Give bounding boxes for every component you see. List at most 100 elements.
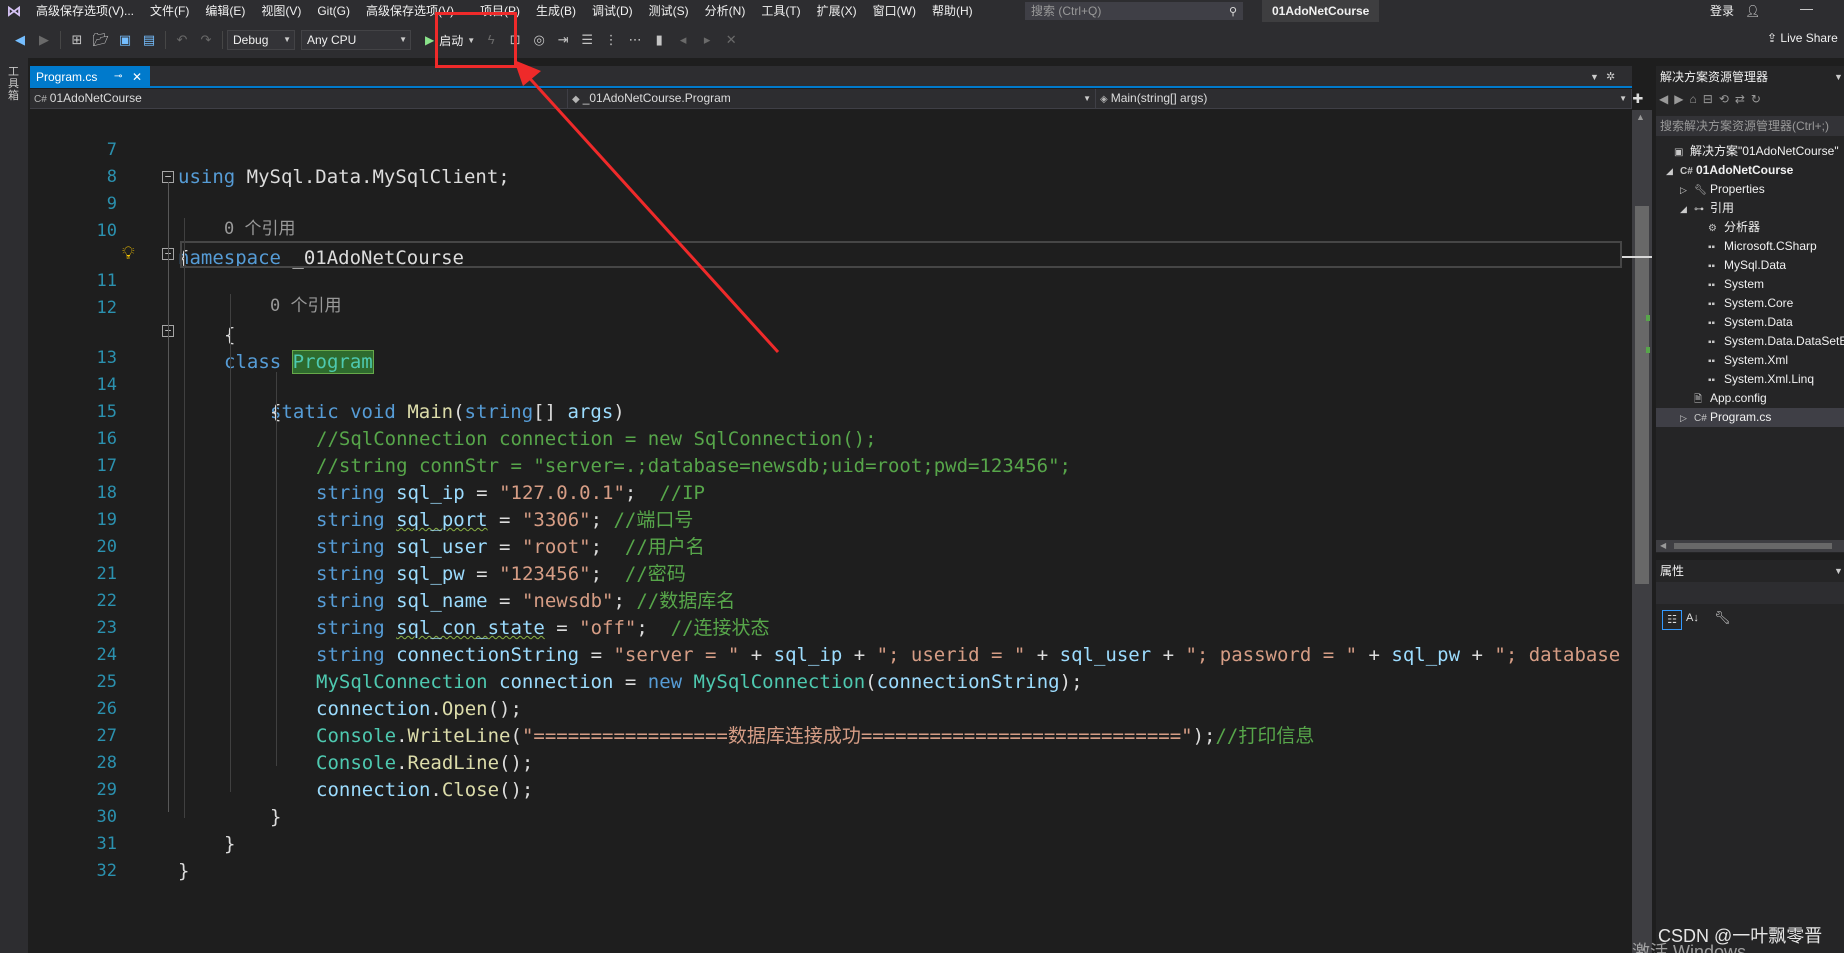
expanded-icon[interactable]: ◢ (1666, 162, 1680, 181)
tree-item-references[interactable]: ◢ ⊶ 引用 (1680, 199, 1734, 218)
menu-advanced-save-1[interactable]: 高级保存选项(V)... (28, 0, 142, 22)
code-editor[interactable]: 7 using MySql.Data.MySqlClient; 8 9 − na… (62, 110, 1632, 953)
chevron-down-icon: ▼ (1083, 94, 1091, 103)
save-all-icon[interactable]: ▤ (139, 30, 159, 50)
menu-analyze[interactable]: 分析(N) (697, 0, 754, 22)
tab-program-cs[interactable]: Program.cs ⊸ ✕ (30, 66, 150, 88)
chevron-down-icon[interactable]: ▼ (1834, 66, 1843, 88)
uncomment-icon[interactable]: ⋯ (625, 30, 645, 50)
pin-icon[interactable]: ⊸ (114, 66, 122, 88)
tree-item-program-cs[interactable]: ▷ C# Program.cs (1680, 408, 1771, 427)
login-link[interactable]: 登录 (1710, 0, 1734, 22)
save-icon[interactable]: ▣ (115, 30, 135, 50)
forward-icon[interactable]: ▶ (1674, 92, 1683, 106)
menu-view[interactable]: 视图(V) (253, 0, 309, 22)
properties-object-selector[interactable] (1656, 582, 1844, 604)
toolbox-strip: 工具箱 (0, 58, 28, 953)
member-dropdown[interactable]: ◈ Main(string[] args) ▼ (1096, 89, 1632, 108)
categorized-icon[interactable]: ☷ (1662, 610, 1682, 630)
tree-item-reference[interactable]: ▪▪System.Data.DataSetExtensions (1708, 332, 1844, 351)
tree-item-reference[interactable]: ▪▪ MySql.Data (1708, 256, 1786, 275)
bookmark-icon[interactable]: ▮ (649, 30, 669, 50)
platform-select[interactable]: Any CPU ▼ (301, 30, 411, 50)
tree-item-reference[interactable]: ▪▪ System.Xml (1708, 351, 1788, 370)
chevron-down-icon[interactable]: ▼ (1834, 560, 1843, 582)
tree-item-reference[interactable]: ▪▪ Microsoft.CSharp (1708, 237, 1817, 256)
next-bookmark-icon[interactable]: ▸ (697, 30, 717, 50)
menu-extensions[interactable]: 扩展(X) (809, 0, 865, 22)
code-content: } (178, 860, 190, 882)
scrollbar-thumb[interactable] (1674, 543, 1832, 549)
sync-icon[interactable]: ⇄ (1735, 92, 1745, 106)
tree-item-reference[interactable]: ▪▪ System.Data (1708, 313, 1793, 332)
tree-item-reference[interactable]: ▪▪ System.Xml.Linq (1708, 370, 1814, 389)
live-share-label: Live Share (1780, 31, 1838, 45)
step-icon[interactable]: ⇥ (553, 30, 573, 50)
pending-changes-icon[interactable]: ⟲ (1719, 92, 1729, 106)
menu-git[interactable]: Git(G) (309, 0, 358, 22)
tab-list-dropdown-icon[interactable]: ▼ (1590, 72, 1599, 82)
menu-file[interactable]: 文件(F) (142, 0, 197, 22)
split-view-icon[interactable]: ✚ (1630, 90, 1646, 108)
new-project-icon[interactable]: ⊞ (67, 30, 87, 50)
solution-config-select[interactable]: Debug ▼ (227, 30, 295, 50)
expanded-icon[interactable]: ◢ (1680, 200, 1694, 219)
screenshot-icon[interactable]: ◎ (529, 30, 549, 50)
wrench-icon[interactable]: 🔧︎ (1714, 610, 1731, 626)
scrollbar-thumb[interactable] (1635, 206, 1649, 584)
lightbulb-icon[interactable]: 💡︎ (122, 243, 140, 265)
back-icon[interactable]: ◀ (1659, 92, 1668, 106)
code-line: 8 (62, 137, 1632, 187)
comment-out-icon[interactable]: ⋮ (601, 30, 621, 50)
project-dropdown[interactable]: C# 01AdoNetCourse (30, 89, 568, 108)
tree-item-reference[interactable]: ▪▪ System (1708, 275, 1764, 294)
toolbar-separator (60, 31, 61, 49)
close-icon[interactable]: ✕ (132, 66, 142, 88)
code-lens[interactable]: 0 个引用 (62, 218, 1632, 240)
chevron-down-icon: ▼ (399, 35, 407, 44)
menu-test[interactable]: 测试(S) (641, 0, 697, 22)
tree-item-analyzers[interactable]: ⚙ 分析器 (1708, 218, 1760, 237)
tree-item-reference[interactable]: ▪▪ System.Core (1708, 294, 1793, 313)
tree-item-project[interactable]: ◢ C# 01AdoNetCourse (1666, 161, 1793, 180)
type-dropdown[interactable]: ◆ _01AdoNetCourse.Program ▼ (568, 89, 1096, 108)
editor-vertical-scrollbar[interactable]: ▲ (1632, 110, 1652, 953)
solution-explorer-search[interactable]: 搜索解决方案资源管理器(Ctrl+;) (1656, 116, 1844, 136)
code-lens[interactable]: 0 个引用 (62, 295, 1632, 317)
minimize-icon[interactable]: — (1800, 0, 1813, 22)
toolbox-tab[interactable]: 工具箱 (8, 66, 22, 102)
collapsed-icon[interactable]: ▷ (1680, 181, 1694, 200)
scroll-up-icon[interactable]: ▲ (1636, 112, 1645, 122)
open-file-icon[interactable]: 📂︎ (91, 30, 111, 50)
menu-debug[interactable]: 调试(D) (584, 0, 641, 22)
refresh-icon[interactable]: ↻ (1751, 92, 1761, 106)
undo-icon[interactable]: ↶ (172, 30, 192, 50)
tree-item-properties[interactable]: ▷ 🔧︎ Properties (1680, 180, 1765, 199)
menu-build[interactable]: 生成(B) (528, 0, 584, 22)
menu-edit[interactable]: 编辑(E) (197, 0, 253, 22)
tree-item-app-config[interactable]: 🗎︎ App.config (1694, 389, 1767, 408)
navigate-back-icon[interactable]: ◀ (10, 30, 30, 50)
menu-tools[interactable]: 工具(T) (753, 0, 808, 22)
scroll-left-icon[interactable]: ◀ (1660, 540, 1666, 552)
clear-bookmarks-icon[interactable]: ✕ (721, 30, 741, 50)
tree-item-solution[interactable]: ▣ 解决方案"01AdoNetCourse" (1660, 142, 1839, 161)
gear-icon[interactable]: ✲ (1606, 70, 1615, 83)
redo-icon[interactable]: ↷ (196, 30, 216, 50)
user-icon[interactable]: 👤︎ (1745, 0, 1760, 22)
assembly-icon: ▪▪ (1708, 299, 1716, 310)
code-line: 15 //SqlConnection connection = new SqlC… (62, 372, 1632, 450)
solution-icon: ▣ (1674, 147, 1684, 158)
solution-explorer-hscrollbar[interactable]: ◀ (1656, 540, 1844, 552)
collapsed-icon[interactable]: ▷ (1680, 409, 1694, 428)
home-icon[interactable]: ⌂ (1689, 92, 1696, 106)
sort-alphabetical-icon[interactable]: A↓ (1686, 612, 1699, 624)
switch-views-icon[interactable]: ⊟ (1703, 92, 1713, 106)
menu-help[interactable]: 帮助(H) (924, 0, 981, 22)
live-share-button[interactable]: ⇪ Live Share (1767, 31, 1838, 45)
menu-window[interactable]: 窗口(W) (865, 0, 924, 22)
format-icon[interactable]: ☰ (577, 30, 597, 50)
search-input[interactable]: 搜索 (Ctrl+Q) ⚲ (1025, 2, 1243, 20)
navigate-forward-icon[interactable]: ▶ (34, 30, 54, 50)
prev-bookmark-icon[interactable]: ◂ (673, 30, 693, 50)
